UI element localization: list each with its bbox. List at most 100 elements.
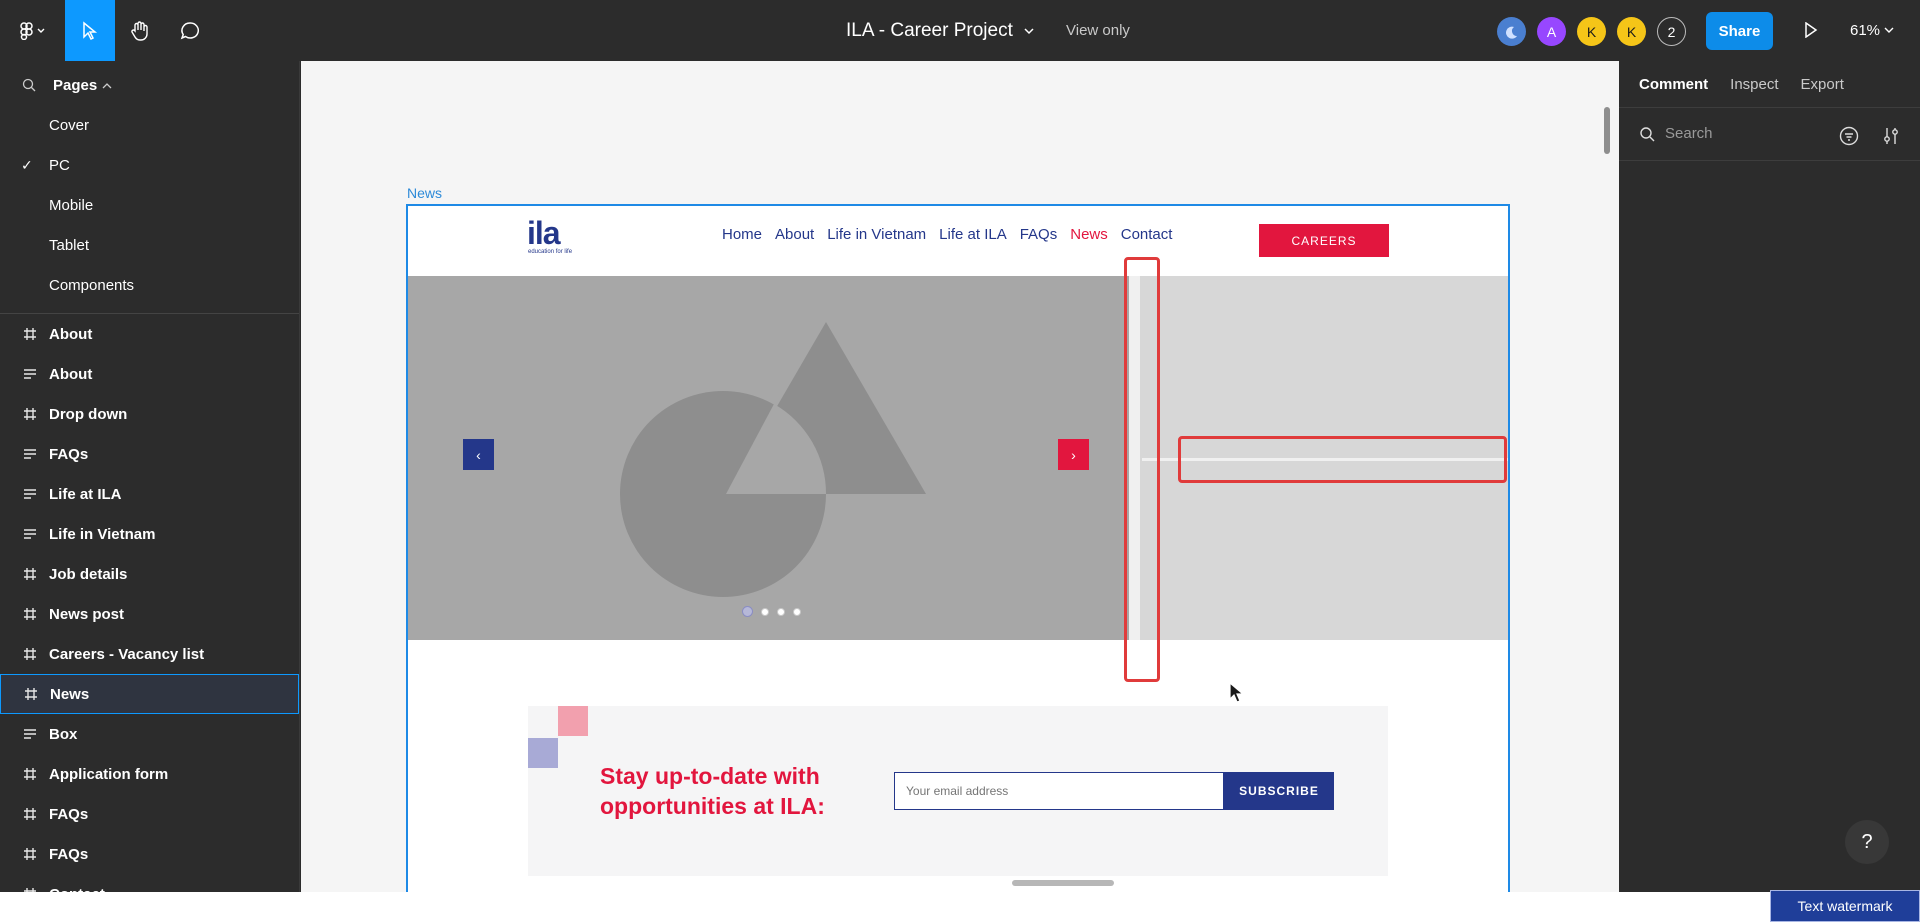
nav-news[interactable]: News [1070,226,1108,243]
email-field[interactable] [894,772,1224,810]
pages-header[interactable]: Pages [22,73,112,97]
move-tool-button[interactable] [65,0,115,61]
share-button[interactable]: Share [1706,12,1773,50]
page-item-label: Components [49,276,135,294]
slider-dot[interactable] [761,607,769,616]
mouse-cursor-icon [1229,681,1245,703]
tab-comment[interactable]: Comment [1639,76,1708,93]
decor-square-lavender [528,738,558,768]
layer-item-label: Life in Vietnam [49,525,156,543]
figma-logo-icon [20,21,45,40]
settings-button[interactable] [1881,126,1901,151]
chevron-left-icon: ‹ [476,446,481,463]
horizontal-scrollbar[interactable] [1012,880,1114,886]
tab-inspect[interactable]: Inspect [1730,76,1778,93]
main-menu-button[interactable] [8,0,58,61]
help-button[interactable]: ? [1845,820,1889,864]
newsletter-heading: Stay up-to-date with opportunities at IL… [600,761,825,821]
avatar-user-k1[interactable]: K [1577,17,1606,46]
hero-slider [408,276,1129,640]
extra-users-count[interactable]: 2 [1657,17,1686,46]
bottom-strip [0,892,1920,922]
filter-button[interactable] [1839,126,1859,151]
hand-icon [131,20,148,41]
text-align-icon [22,526,38,542]
frame-label[interactable]: News [407,185,442,201]
nav-home[interactable]: Home [722,226,762,243]
avatar-user-1[interactable] [1497,17,1526,46]
nav-life-at-ila[interactable]: Life at ILA [939,226,1007,243]
tab-export[interactable]: Export [1801,76,1844,93]
zoom-menu[interactable]: 61% [1850,0,1894,61]
page-item-components[interactable]: Components [0,265,299,305]
layer-item[interactable]: About [0,354,299,394]
search-icon [22,78,36,92]
layer-item[interactable]: Box [0,714,299,754]
zoom-level: 61% [1850,22,1881,39]
frame-icon [23,686,39,702]
layer-item-label: News post [49,605,125,623]
chevron-up-icon [102,82,112,88]
nav-life-in-vietnam[interactable]: Life in Vietnam [827,226,926,243]
layers-sidebar: Pages Cover ✓ PC Mobile Tablet Component… [0,61,300,892]
frame-icon [22,646,38,662]
nav-contact[interactable]: Contact [1121,226,1173,243]
layer-item[interactable]: Contact [0,874,299,892]
nav-about[interactable]: About [775,226,814,243]
layer-item[interactable]: FAQs [0,834,299,874]
page-item-label: Mobile [49,196,94,214]
hand-tool-button[interactable] [115,0,165,61]
layer-item-label: Life at ILA [49,485,122,503]
view-only-label: View only [1066,22,1130,39]
page-item-tablet[interactable]: Tablet [0,225,299,265]
page-item-cover[interactable]: Cover [0,105,299,145]
comment-tool-button[interactable] [165,0,215,61]
layer-item[interactable]: Application form [0,754,299,794]
avatar-user-a[interactable]: A [1537,17,1566,46]
layer-item[interactable]: FAQs [0,434,299,474]
slider-prev-button[interactable]: ‹ [463,439,494,470]
frame-icon [22,566,38,582]
frame-icon [22,806,38,822]
layer-item[interactable]: About [0,314,299,354]
ila-logo: ila education for life [527,217,575,262]
slider-dot[interactable] [742,606,753,617]
top-toolbar: ILA - Career Project View only A K K 2 S… [0,0,1920,61]
page-item-pc[interactable]: ✓ PC [0,145,299,185]
vertical-scrollbar[interactable] [1604,107,1610,154]
layer-item[interactable]: Drop down [0,394,299,434]
subscribe-button[interactable]: SUBSCRIBE [1224,772,1334,810]
right-panel-tabs: Comment Inspect Export [1639,76,1844,93]
layer-item-label: FAQs [49,445,89,463]
frame-icon [22,406,38,422]
layer-item-label: Careers - Vacancy list [49,645,205,663]
newsletter-section: Stay up-to-date with opportunities at IL… [528,706,1388,876]
comment-search[interactable]: Search [1639,125,1713,142]
layer-item[interactable]: Careers - Vacancy list [0,634,299,674]
layer-item[interactable]: Job details [0,554,299,594]
filter-icon [1839,126,1859,146]
nav-faqs[interactable]: FAQs [1020,226,1058,243]
layer-item[interactable]: News post [0,594,299,634]
slider-dots [742,606,801,617]
slider-dot[interactable] [793,607,801,616]
frame-icon [22,766,38,782]
careers-button[interactable]: CAREERS [1259,224,1389,257]
spacing-highlight-vertical [1124,257,1160,682]
news-frame[interactable]: ila education for life Home About Life i… [406,204,1510,894]
layer-item-label: Job details [49,565,128,583]
avatar-user-k2[interactable]: K [1617,17,1646,46]
checkmark-icon: ✓ [21,156,33,173]
present-button[interactable] [1796,14,1826,46]
layer-item[interactable]: News [0,674,299,714]
search-icon [1640,126,1655,141]
file-title-menu[interactable]: ILA - Career Project [846,0,1035,61]
layer-item[interactable]: FAQs [0,794,299,834]
layer-item[interactable]: Life at ILA [0,474,299,514]
page-item-mobile[interactable]: Mobile [0,185,299,225]
slider-next-button[interactable]: › [1058,439,1089,470]
layer-item[interactable]: Life in Vietnam [0,514,299,554]
text-align-icon [22,486,38,502]
text-align-icon [22,446,38,462]
slider-dot[interactable] [777,607,785,616]
